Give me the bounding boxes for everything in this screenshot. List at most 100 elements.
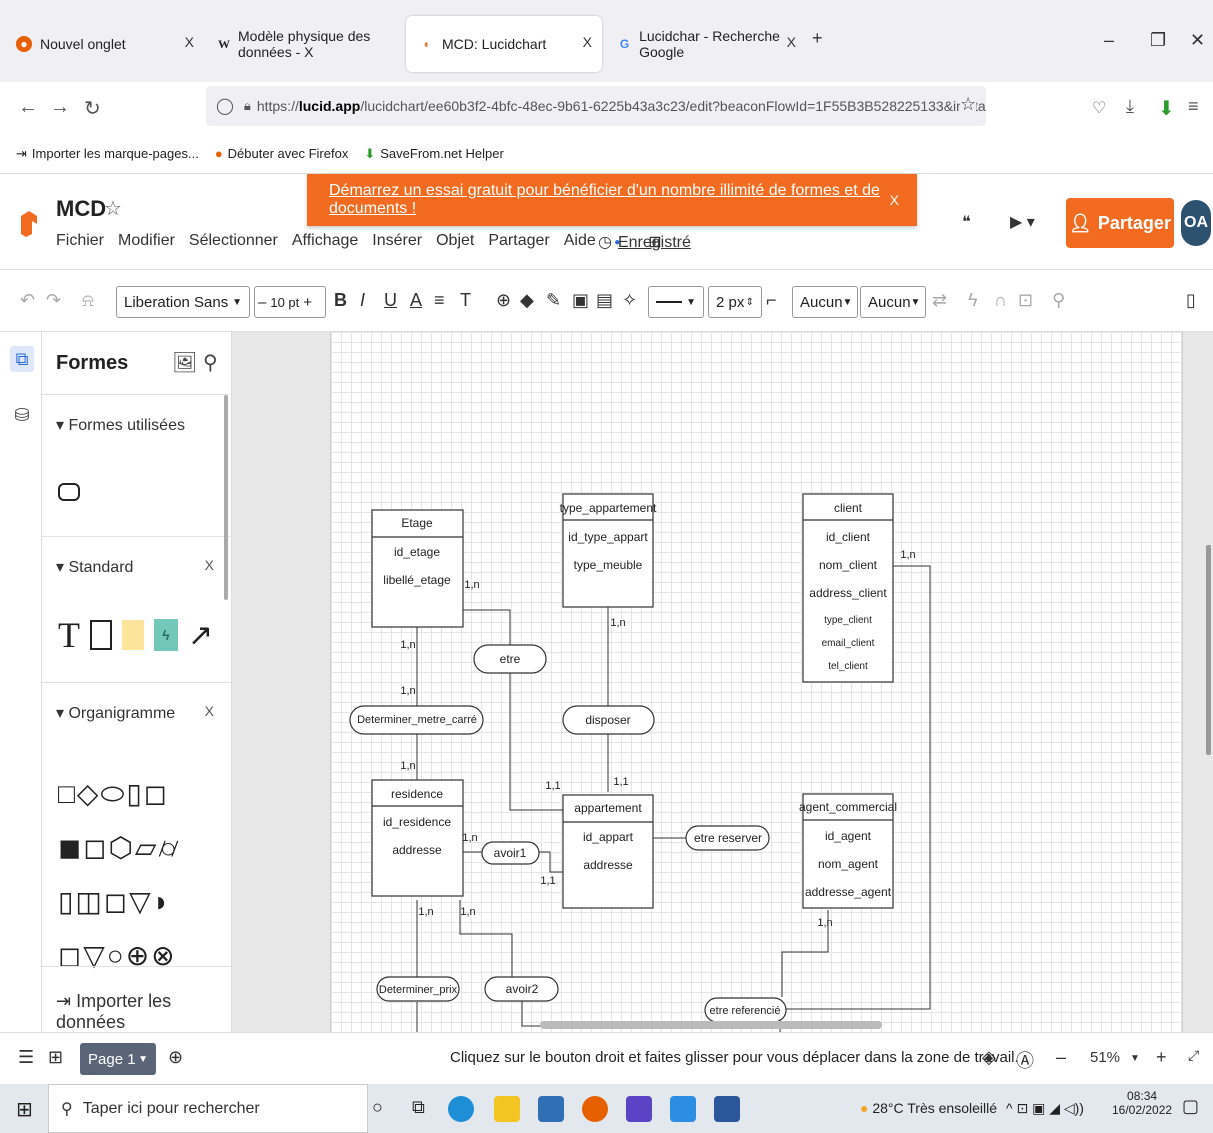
- arrow-shape[interactable]: ↗: [188, 618, 213, 653]
- menu-icon[interactable]: ≡: [1188, 96, 1199, 117]
- new-tab-button[interactable]: +: [812, 28, 823, 49]
- panel-scrollbar[interactable]: [224, 395, 228, 600]
- document-title[interactable]: MCD: [56, 196, 106, 222]
- undo-icon[interactable]: ↶: [20, 290, 35, 311]
- user-avatar[interactable]: OA: [1181, 200, 1211, 246]
- font-size-stepper[interactable]: – 10 pt +: [254, 286, 326, 318]
- notifications-icon[interactable]: ▢: [1182, 1096, 1199, 1117]
- clipboard-icon[interactable]: ▤: [596, 290, 613, 311]
- line-style-select[interactable]: ▼: [648, 286, 704, 318]
- tab-mcd-lucidchart[interactable]: ◖ MCD: Lucidchart X: [406, 16, 602, 72]
- windows-start-icon[interactable]: ⊞: [16, 1097, 33, 1122]
- section-header[interactable]: ▾ Formes utilisées: [56, 415, 185, 435]
- canvas-v-scrollbar[interactable]: [1206, 545, 1211, 755]
- menu-modifier[interactable]: Modifier: [118, 232, 175, 252]
- favorite-star-icon[interactable]: ☆: [104, 196, 122, 221]
- mcd-diagram[interactable]: Etage id_etage libellé_etage type_appart…: [232, 332, 1213, 1032]
- app-icon[interactable]: [626, 1096, 652, 1122]
- saved-status[interactable]: ◷ Enregistré: [598, 232, 691, 252]
- word-icon[interactable]: [714, 1096, 740, 1122]
- menu-objet[interactable]: Objet: [436, 232, 474, 252]
- text-shape[interactable]: T: [58, 617, 80, 653]
- task-view-icon[interactable]: ⧉: [412, 1097, 425, 1118]
- data-icon[interactable]: ⛁: [10, 402, 34, 428]
- bookmark-star-icon[interactable]: ☆: [960, 94, 977, 115]
- canvas-h-scrollbar[interactable]: [540, 1021, 882, 1029]
- grid-view-icon[interactable]: ⊞: [48, 1047, 63, 1068]
- action-icon[interactable]: ϟ: [968, 290, 978, 311]
- weather-widget[interactable]: ● 28°C Très ensoleillé: [860, 1100, 997, 1116]
- magic-wand-icon[interactable]: ✧: [622, 290, 637, 311]
- right-panel-icon[interactable]: ▯: [1186, 290, 1196, 311]
- add-page-icon[interactable]: ⊕: [168, 1047, 183, 1068]
- chevron-down-icon[interactable]: ▼: [1130, 1053, 1140, 1064]
- align-icon[interactable]: ≡: [434, 290, 445, 311]
- list-view-icon[interactable]: ☰: [18, 1047, 34, 1068]
- format-painter-icon[interactable]: ⍾: [82, 290, 94, 311]
- menu-partager[interactable]: Partager: [488, 232, 549, 252]
- section-close-icon[interactable]: X: [205, 703, 214, 719]
- menu-inserer[interactable]: Insérer: [372, 232, 422, 252]
- mail-icon[interactable]: [538, 1096, 564, 1122]
- restore-icon[interactable]: ❐: [1150, 30, 1166, 51]
- clock[interactable]: 08:34 16/02/2022: [1112, 1089, 1172, 1117]
- menu-fichier[interactable]: Fichier: [56, 232, 104, 252]
- shape-options-icon[interactable]: ⊕: [496, 290, 511, 311]
- forward-icon[interactable]: →: [50, 96, 70, 119]
- connector-icon[interactable]: ⌐: [766, 290, 777, 311]
- menu-affichage[interactable]: Affichage: [292, 232, 358, 252]
- lightning-shape[interactable]: ϟ: [154, 619, 178, 651]
- swap-icon[interactable]: ⇄: [932, 290, 947, 311]
- shapes-icon[interactable]: ⧉: [10, 346, 34, 372]
- share-button[interactable]: 👤︎ Partager: [1066, 198, 1174, 248]
- close-window-icon[interactable]: ✕: [1190, 30, 1205, 51]
- file-explorer-icon[interactable]: [494, 1096, 520, 1122]
- bold-icon[interactable]: B: [334, 290, 347, 311]
- canvas[interactable]: Etage id_etage libellé_etage type_appart…: [232, 332, 1213, 1032]
- image-search-icon[interactable]: 🖼︎ ⚲: [172, 350, 218, 375]
- back-icon[interactable]: ←: [18, 96, 38, 119]
- zoom-out-icon[interactable]: –: [1056, 1047, 1066, 1068]
- layers-icon[interactable]: ◈: [982, 1047, 996, 1068]
- import-data-row[interactable]: ⇥ Importer les données: [42, 966, 232, 1032]
- tab-close-icon[interactable]: X: [787, 34, 796, 50]
- text-options-icon[interactable]: T: [460, 290, 471, 311]
- fill-color-icon[interactable]: ◆: [520, 290, 534, 311]
- tab-new-tab[interactable]: ● Nouvel onglet X: [4, 16, 204, 72]
- rectangle-shape[interactable]: [90, 620, 112, 650]
- section-header[interactable]: ▾ Standard: [56, 557, 133, 577]
- lock-icon[interactable]: ⊡: [1018, 290, 1033, 311]
- line-color-icon[interactable]: ✎: [546, 290, 561, 311]
- redo-icon[interactable]: ↷: [46, 290, 61, 311]
- system-tray-icons[interactable]: ^ ⊡ ▣ ◢ ◁)): [1006, 1100, 1084, 1117]
- zoom-level[interactable]: 51%: [1090, 1049, 1120, 1066]
- comment-icon[interactable]: ❝: [962, 212, 971, 232]
- download-icon[interactable]: ⤓: [1126, 96, 1134, 117]
- tab-modele-physique[interactable]: W Modèle physique des données - X: [206, 16, 406, 72]
- section-close-icon[interactable]: X: [205, 557, 214, 573]
- present-icon[interactable]: ▶ ▾: [1010, 212, 1035, 232]
- tab-google-search[interactable]: G Lucidchar - Recherche Google X: [606, 16, 806, 72]
- font-family-select[interactable]: Liberation Sans ▼: [116, 286, 250, 318]
- edge-icon[interactable]: [448, 1096, 474, 1122]
- shadow-icon[interactable]: ▣: [572, 290, 589, 311]
- tab-close-icon[interactable]: X: [583, 34, 592, 50]
- bookmark-firefox[interactable]: ● Débuter avec Firefox: [215, 146, 349, 161]
- page-tab[interactable]: Page 1 ▼: [80, 1043, 156, 1075]
- tab-close-icon[interactable]: X: [185, 34, 194, 50]
- link-icon[interactable]: ∩: [994, 290, 1007, 311]
- lucid-logo-icon[interactable]: [18, 210, 40, 238]
- wrench-icon[interactable]: ⚲: [1052, 290, 1065, 311]
- section-header[interactable]: ▾ Organigramme: [56, 703, 175, 723]
- arrow-end-select[interactable]: Aucun ▼: [860, 286, 926, 318]
- sticky-note-shape[interactable]: [122, 620, 144, 650]
- accessibility-icon[interactable]: Ⓐ: [1016, 1047, 1034, 1073]
- savefrom-icon[interactable]: ⬇: [1158, 96, 1175, 121]
- trial-banner[interactable]: Démarrez un essai gratuit pour bénéficie…: [307, 174, 917, 226]
- taskbar-search[interactable]: ⚲ Taper ici pour rechercher: [48, 1084, 368, 1133]
- increase-icon[interactable]: +: [303, 294, 312, 311]
- zoom-in-icon[interactable]: +: [1156, 1047, 1167, 1068]
- flowchart-shapes-grid[interactable]: □◇⬭▯◻ ◼◻⬡▱⌭ ▯◫◻▽◗ ◻▽○⊕⊗: [58, 767, 222, 983]
- banner-close-button[interactable]: X: [890, 192, 899, 208]
- underline-icon[interactable]: U: [384, 290, 397, 311]
